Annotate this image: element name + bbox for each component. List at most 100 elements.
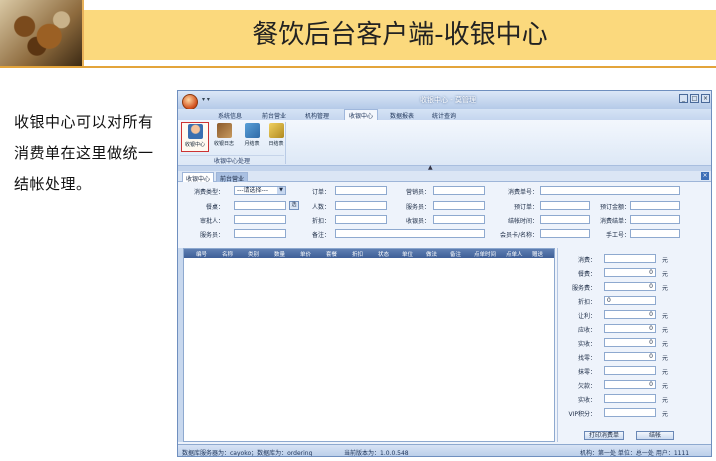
ribbon-cashier-log-label: 收银日志 xyxy=(213,141,234,147)
col-orderer[interactable]: 点单人 xyxy=(506,250,523,258)
order-items-grid[interactable]: 编号 名称 类别 数量 单价 套餐 折扣 状态 单位 做法 备注 点单时间 点单… xyxy=(183,248,555,442)
consume-no-label: 消费单号： xyxy=(507,189,538,196)
prepay-no-field[interactable] xyxy=(540,201,590,210)
ribbon-group-label: 收银中心处理 xyxy=(180,155,284,165)
summary-received-field[interactable]: 0 xyxy=(604,338,656,347)
col-name[interactable]: 名称 xyxy=(222,250,233,258)
salesman-label: 营销员： xyxy=(405,189,430,196)
order-form: 消费类型： ---请选择--- ▼ 餐桌： 选 审批人： 服务员： 订单： 人数… xyxy=(178,182,711,248)
col-qty[interactable]: 数量 xyxy=(274,250,285,258)
summary-meal-field[interactable]: 0 xyxy=(604,268,656,277)
minimize-button[interactable]: _ xyxy=(679,94,688,103)
summary-unit: 元 xyxy=(662,313,669,320)
summary-consume-field[interactable] xyxy=(604,254,656,263)
col-id[interactable]: 编号 xyxy=(196,250,207,258)
order-label: 订单： xyxy=(311,189,330,196)
ribbon-cashier-log-button[interactable]: 收银日志 xyxy=(210,122,238,152)
summary-unit: 元 xyxy=(662,271,669,278)
approver-field[interactable] xyxy=(234,215,286,224)
consume-type-value: ---请选择--- xyxy=(237,187,268,194)
summary-rebate-field[interactable]: 0 xyxy=(604,310,656,319)
col-discount[interactable]: 折扣 xyxy=(352,250,363,258)
summary-round-field[interactable] xyxy=(604,366,656,375)
member-card-field[interactable] xyxy=(540,229,590,238)
summary-vip-field[interactable] xyxy=(604,408,656,417)
summary-service-field[interactable]: 0 xyxy=(604,282,656,291)
tab-cashier-center[interactable]: 收银中心 xyxy=(182,172,215,183)
summary-received-2-field[interactable] xyxy=(604,394,656,403)
col-price[interactable]: 单价 xyxy=(300,250,311,258)
summary-unit: 元 xyxy=(662,369,669,376)
summary-unit: 元 xyxy=(662,327,669,334)
summary-change-field[interactable]: 0 xyxy=(604,352,656,361)
ribbon-cashier-button[interactable]: 收银中心 xyxy=(181,122,209,152)
table-field[interactable] xyxy=(234,201,286,210)
consume-bill-field[interactable] xyxy=(630,215,680,224)
cashier-label: 收银员： xyxy=(405,218,430,225)
print-bill-button[interactable]: 打印消费单 xyxy=(584,431,624,440)
summary-label-change: 找零： xyxy=(577,355,596,362)
col-status[interactable]: 状态 xyxy=(378,250,389,258)
summary-label-meal: 餐费： xyxy=(577,271,596,278)
col-remark[interactable]: 备注 xyxy=(450,250,461,258)
ribbon-monthly-label: 月结表 xyxy=(244,141,260,147)
collapse-arrow-icon[interactable]: ▲ xyxy=(428,164,433,171)
menu-data-reports[interactable]: 数据报表 xyxy=(390,111,414,120)
col-order-time[interactable]: 点单时间 xyxy=(474,250,496,258)
prepay-amount-field[interactable] xyxy=(630,201,680,210)
summary-unit: 元 xyxy=(662,341,669,348)
close-tab-icon[interactable]: × xyxy=(701,172,709,180)
app-logo-icon[interactable] xyxy=(182,94,198,110)
app-window: ▾ ▾ 收银中心 - 莫管理 _ □ × 系统信息 前台营业 机构管理 收银中心… xyxy=(177,90,712,457)
cashier-person-icon xyxy=(187,124,203,139)
people-label: 人数： xyxy=(311,204,330,211)
hand-no-field[interactable] xyxy=(630,229,680,238)
title-divider xyxy=(0,66,716,68)
discount-note-field[interactable] xyxy=(335,215,387,224)
waiter-label: 服务员： xyxy=(199,232,224,239)
consume-no-field[interactable] xyxy=(540,186,680,195)
summary-label-discount: 折扣： xyxy=(577,299,596,306)
col-category[interactable]: 类别 xyxy=(248,250,259,258)
col-set[interactable]: 套餐 xyxy=(326,250,337,258)
quick-access-toolbar[interactable]: ▾ ▾ xyxy=(202,96,210,103)
account-time-field[interactable] xyxy=(540,215,590,224)
ribbon-separator xyxy=(285,122,286,164)
col-gift[interactable]: 赠送 xyxy=(532,250,543,258)
waiter-field[interactable] xyxy=(234,229,286,238)
summary-discount-field[interactable]: 0 xyxy=(604,296,656,305)
remark-field[interactable] xyxy=(335,229,485,238)
close-button[interactable]: × xyxy=(701,94,710,103)
settle-button[interactable]: 结帐 xyxy=(636,431,674,440)
prepay-amount-label: 预订金额： xyxy=(599,204,630,211)
col-method[interactable]: 做法 xyxy=(426,250,437,258)
consume-type-select[interactable]: ---请选择--- ▼ xyxy=(234,186,286,195)
maximize-button[interactable]: □ xyxy=(690,94,699,103)
salesman-field[interactable] xyxy=(433,186,485,195)
order-field[interactable] xyxy=(335,186,387,195)
grid-header: 编号 名称 类别 数量 单价 套餐 折扣 状态 单位 做法 备注 点单时间 点单… xyxy=(184,249,554,258)
consume-type-label: 消费类型： xyxy=(193,189,224,196)
tab-front-business[interactable]: 前台营业 xyxy=(216,172,249,183)
cashier-field[interactable] xyxy=(433,215,485,224)
account-time-label: 结帐时间： xyxy=(507,218,538,225)
menu-front-business[interactable]: 前台营业 xyxy=(262,111,286,120)
summary-debt-field[interactable]: 0 xyxy=(604,380,656,389)
menu-stats-query[interactable]: 统计查询 xyxy=(432,111,456,120)
summary-label-receivable: 应收： xyxy=(577,327,596,334)
summary-label-debt: 欠款： xyxy=(577,383,596,390)
summary-label-rebate: 让利： xyxy=(577,313,596,320)
menu-org-manage[interactable]: 机构管理 xyxy=(305,111,329,120)
service-field[interactable] xyxy=(433,201,485,210)
summary-label-consume: 消费： xyxy=(577,257,596,264)
status-server: 数据库服务器为：cayoko；数据库为：ordering xyxy=(182,450,313,457)
summary-label-vip: VIP积分： xyxy=(568,411,597,418)
slide-description: 收银中心可以对所有消费单在这里做统一结帐处理。 xyxy=(14,113,154,193)
menu-cashier-center[interactable]: 收银中心 xyxy=(344,109,379,120)
summary-receivable-field[interactable]: 0 xyxy=(604,324,656,333)
menu-system-info[interactable]: 系统信息 xyxy=(218,111,242,120)
consume-bill-label: 消费结单： xyxy=(599,218,630,225)
people-field[interactable] xyxy=(335,201,387,210)
service-label: 服务员： xyxy=(405,204,430,211)
col-unit[interactable]: 单位 xyxy=(402,250,413,258)
